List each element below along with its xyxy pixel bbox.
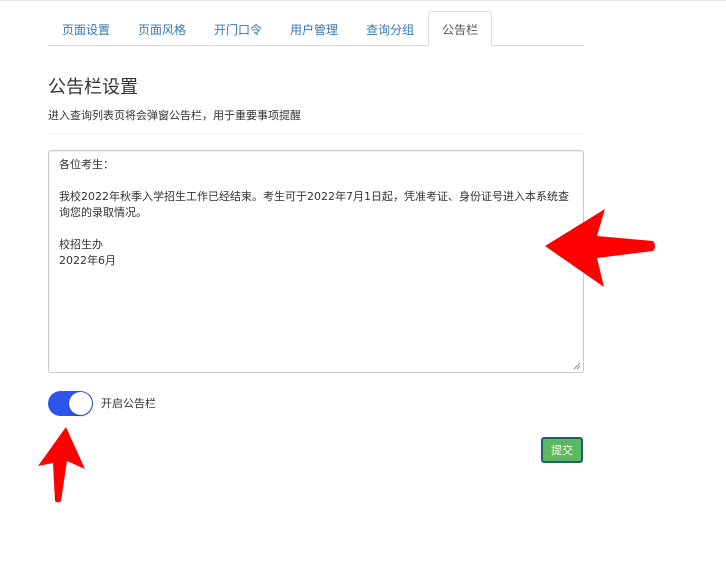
toggle-knob bbox=[69, 392, 92, 415]
top-divider bbox=[0, 0, 726, 1]
tab-door-password[interactable]: 开门口令 bbox=[200, 12, 276, 45]
submit-button[interactable]: 提交 bbox=[541, 437, 583, 463]
tab-query-groups[interactable]: 查询分组 bbox=[352, 12, 428, 45]
annotation-arrow-up-icon bbox=[38, 427, 85, 503]
tab-user-management[interactable]: 用户管理 bbox=[276, 12, 352, 45]
notice-line: 我校2022年秋季入学招生工作已经结束。考生可于2022年7月1日起，凭准考证、… bbox=[59, 190, 569, 203]
tab-notice-board[interactable]: 公告栏 bbox=[428, 11, 493, 46]
resize-grip-icon[interactable] bbox=[573, 362, 581, 370]
section-divider bbox=[48, 133, 584, 134]
settings-tabs: 页面设置 页面风格 开门口令 用户管理 查询分组 公告栏 bbox=[48, 11, 584, 46]
notice-line: 询您的录取情况。 bbox=[59, 206, 147, 219]
tab-page-settings[interactable]: 页面设置 bbox=[48, 12, 124, 45]
notice-settings-page: 页面设置 页面风格 开门口令 用户管理 查询分组 公告栏 公告栏设置 进入查询列… bbox=[0, 0, 726, 576]
toggle-label: 开启公告栏 bbox=[101, 397, 156, 410]
section-title: 公告栏设置 bbox=[48, 77, 138, 98]
notice-textarea[interactable]: 各位考生： 我校2022年秋季入学招生工作已经结束。考生可于2022年7月1日起… bbox=[48, 150, 584, 373]
tab-page-style[interactable]: 页面风格 bbox=[124, 12, 200, 45]
notice-line: 校招生办 bbox=[59, 238, 103, 251]
section-description: 进入查询列表页将会弹窗公告栏，用于重要事项提醒 bbox=[48, 109, 301, 122]
notice-line: 2022年6月 bbox=[59, 254, 116, 267]
annotation-arrow-left-icon bbox=[545, 209, 655, 287]
notice-line bbox=[59, 173, 573, 189]
notice-toggle-switch[interactable] bbox=[48, 391, 93, 416]
notice-line: 各位考生： bbox=[59, 158, 114, 171]
notice-line bbox=[59, 221, 573, 237]
